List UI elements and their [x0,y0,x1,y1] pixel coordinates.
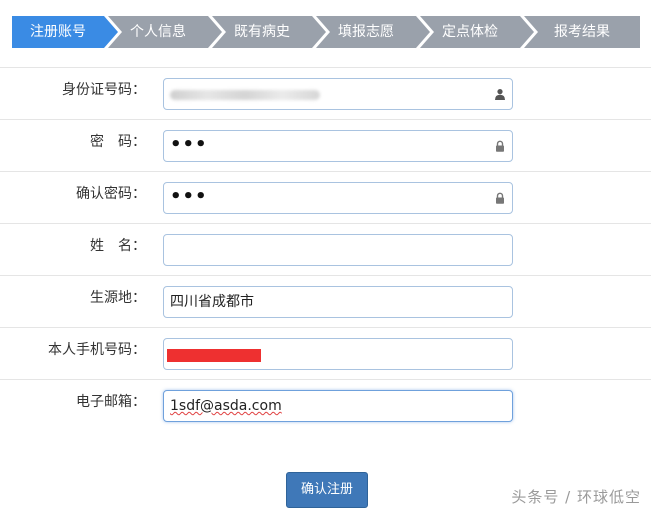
user-icon [495,89,505,100]
step-results[interactable]: 报考结果 [524,16,640,48]
step-label: 既有病史 [234,24,290,40]
step-physical-exam[interactable]: 定点体检 [420,16,538,48]
step-label: 个人信息 [130,24,186,40]
row-divider [0,379,651,380]
name-label: 姓 名： [90,238,146,254]
step-label: 定点体检 [442,24,498,40]
email-input[interactable]: 1sdf@asda.com [163,390,513,422]
id-number-input[interactable] [163,78,513,110]
step-label: 填报志愿 [338,24,394,40]
blurred-id-value [170,90,320,100]
origin-label: 生源地： [90,290,146,306]
row-divider [0,171,651,172]
confirm-password-label: 确认密码： [76,186,146,202]
password-label: 密 码： [90,134,146,150]
step-label: 报考结果 [554,24,610,40]
redacted-phone-value [167,349,261,362]
step-label: 注册账号 [30,24,86,40]
step-register-account[interactable]: 注册账号 [12,16,122,48]
password-value: ••• [170,134,208,155]
step-fill-preferences[interactable]: 填报志愿 [316,16,434,48]
row-divider [0,119,651,120]
row-divider [0,223,651,224]
id-number-label: 身份证号码： [62,82,146,98]
step-medical-history[interactable]: 既有病史 [212,16,330,48]
row-divider [0,275,651,276]
phone-label: 本人手机号码： [48,342,146,358]
email-label: 电子邮箱： [76,394,146,410]
step-personal-info[interactable]: 个人信息 [108,16,226,48]
confirm-password-value: ••• [170,186,208,207]
confirm-password-input[interactable]: ••• [163,182,513,214]
email-value: 1sdf@asda.com [170,398,282,414]
registration-steps: 注册账号 个人信息 既有病史 填报志愿 定点体检 报考结果 [12,16,640,48]
lock-icon [496,140,504,152]
confirm-register-button[interactable]: 确认注册 [286,472,368,508]
phone-input[interactable] [163,338,513,370]
row-divider [0,327,651,328]
lock-icon [496,192,504,204]
row-divider [0,67,651,68]
password-input[interactable]: ••• [163,130,513,162]
name-input[interactable] [163,234,513,266]
watermark: 头条号 / 环球低空 [511,488,641,506]
origin-value: 四川省成都市 [170,294,254,310]
origin-input[interactable]: 四川省成都市 [163,286,513,318]
